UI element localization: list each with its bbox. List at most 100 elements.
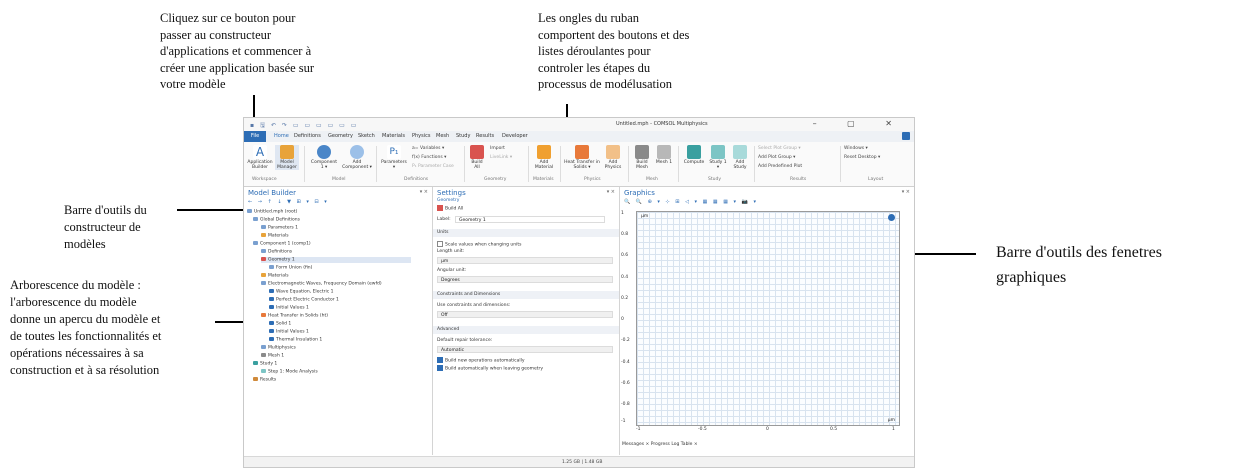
tab-study[interactable]: Study bbox=[456, 133, 470, 139]
group-label-mesh: Mesh bbox=[646, 177, 658, 182]
windows-button[interactable]: Windows ▾ bbox=[844, 146, 868, 151]
parameters-button[interactable]: P₁ Parameters ▾ bbox=[380, 145, 408, 170]
tree-node[interactable]: Initial Values 1 bbox=[269, 305, 309, 311]
compute-icon bbox=[687, 145, 701, 159]
tree-node[interactable]: Form Union (fin) bbox=[269, 265, 312, 271]
section-units[interactable]: Units bbox=[433, 229, 619, 237]
constraints-select[interactable]: Off bbox=[437, 311, 613, 318]
annotation-ribbon-tabs: Les ongles du ruban comportent des bouto… bbox=[538, 10, 689, 93]
add-predefined-plot-button[interactable]: Add Predefined Plot bbox=[758, 164, 802, 169]
tab-definitions[interactable]: Definitions bbox=[294, 133, 321, 139]
tree-node[interactable]: Definitions bbox=[261, 249, 292, 255]
tree-node[interactable]: Initial Values 1 bbox=[269, 329, 309, 335]
build-new-checkbox[interactable]: Build new operations automatically bbox=[437, 357, 525, 364]
panel-menu-icon[interactable]: ▾ × bbox=[420, 189, 428, 195]
model-builder-toolbar[interactable]: ← → ↑ ↓ ▼ ⊞ ▾ ⊟ ▾ bbox=[248, 199, 329, 205]
component-button[interactable]: Component 1 ▾ bbox=[310, 145, 338, 170]
ribbon-separator bbox=[678, 146, 679, 182]
section-advanced[interactable]: Advanced bbox=[433, 326, 619, 334]
repair-tolerance-select[interactable]: Automatic bbox=[437, 346, 613, 353]
tab-sketch[interactable]: Sketch bbox=[358, 133, 375, 139]
bottom-tabs[interactable]: Messages × Progress Log Table × bbox=[622, 442, 698, 447]
tab-file[interactable]: File bbox=[244, 131, 266, 142]
heat-transfer-label: Heat Transfer in Solids ▾ bbox=[564, 160, 600, 170]
panel-menu-icon[interactable]: ▾ × bbox=[607, 189, 615, 195]
ribbon-separator bbox=[754, 146, 755, 182]
tree-node[interactable]: Untitled.mph (root) bbox=[247, 209, 297, 215]
application-builder-button[interactable]: A Application Builder bbox=[247, 145, 273, 170]
parameter-case-button[interactable]: P₁ Parameter Case bbox=[412, 164, 454, 169]
tree-node[interactable]: Thermal Insulation 1 bbox=[269, 337, 322, 343]
tab-developer[interactable]: Developer bbox=[502, 133, 528, 139]
add-component-button[interactable]: Add Component ▾ bbox=[342, 145, 372, 170]
y-tick: -0.2 bbox=[621, 338, 630, 343]
scale-values-checkbox[interactable]: Scale values when changing units bbox=[437, 241, 521, 248]
build-all-button[interactable]: Build All bbox=[468, 145, 486, 170]
tab-physics[interactable]: Physics bbox=[412, 133, 431, 139]
study-button[interactable]: Study 1 ▾ bbox=[708, 145, 728, 170]
add-plot-group-button[interactable]: Add Plot Group ▾ bbox=[758, 155, 795, 160]
tab-materials[interactable]: Materials bbox=[382, 133, 405, 139]
label-field[interactable]: Geometry 1 bbox=[455, 216, 605, 223]
settings-subtitle: Geometry bbox=[437, 198, 460, 203]
tree-node-icon bbox=[269, 321, 274, 325]
tab-mesh[interactable]: Mesh bbox=[436, 133, 449, 139]
build-all-link[interactable]: Build All bbox=[437, 205, 463, 212]
mesh1-button[interactable]: Mesh 1 bbox=[654, 145, 674, 165]
window-controls[interactable]: – ▢ ✕ bbox=[813, 119, 906, 128]
build-mesh-button[interactable]: Build Mesh bbox=[632, 145, 652, 170]
tree-node[interactable]: Study 1 bbox=[253, 361, 277, 367]
angular-unit-select[interactable]: Degrees bbox=[437, 276, 613, 283]
length-unit-select[interactable]: µm bbox=[437, 257, 613, 264]
add-physics-button[interactable]: Add Physics bbox=[602, 145, 624, 170]
tree-node[interactable]: Component 1 (comp1) bbox=[253, 241, 311, 247]
annotation-line: Arborescence du modèle : bbox=[10, 278, 141, 292]
tree-node[interactable]: Solid 1 bbox=[269, 321, 291, 327]
group-label-layout: Layout bbox=[868, 177, 884, 182]
group-label-results: Results bbox=[790, 177, 807, 182]
tree-node[interactable]: Parameters 1 bbox=[261, 225, 298, 231]
tree-node[interactable]: Step 1: Mode Analysis bbox=[261, 369, 318, 375]
tree-node[interactable]: Global Definitions bbox=[253, 217, 300, 223]
y-tick: 0.6 bbox=[621, 253, 629, 258]
group-label-study: Study bbox=[708, 177, 721, 182]
tree-node[interactable]: Results bbox=[253, 377, 276, 383]
tree-node[interactable]: Perfect Electric Conductor 1 bbox=[269, 297, 339, 303]
compute-button[interactable]: Compute bbox=[682, 145, 706, 165]
reset-desktop-button[interactable]: Reset Desktop ▾ bbox=[844, 155, 880, 160]
tree-node[interactable]: Materials bbox=[261, 273, 289, 279]
panel-menu-icon[interactable]: ▾ × bbox=[902, 189, 910, 195]
tree-node[interactable]: Wave Equation, Electric 1 bbox=[269, 289, 334, 295]
tab-home[interactable]: Home bbox=[274, 133, 289, 139]
annotation-line: créer une application basée sur bbox=[160, 60, 315, 75]
quick-access-icons[interactable]: ▪ 🖫 ↶ ↷ ▭ ▭ ▭ ▭ ▭ ▭ bbox=[250, 121, 358, 131]
ribbon-separator bbox=[560, 146, 561, 182]
tree-node[interactable]: Materials bbox=[261, 233, 289, 239]
section-constraints[interactable]: Constraints and Dimensions bbox=[433, 291, 619, 299]
add-material-button[interactable]: Add Material bbox=[532, 145, 556, 170]
help-icon[interactable] bbox=[902, 132, 910, 140]
model-manager-button[interactable]: Model Manager bbox=[275, 145, 299, 170]
study-icon bbox=[711, 145, 725, 159]
graphics-title: Graphics bbox=[624, 189, 655, 197]
select-plot-group-dropdown[interactable]: Select Plot Group ▾ bbox=[758, 146, 801, 151]
graphics-toolbar[interactable]: 🔍 🔍 ⊕ ▾ ⊹ ⊞ ◁ ▾ ▦ ▦ ▦ ▾ 📷 ▾ bbox=[624, 199, 758, 205]
build-auto-checkbox[interactable]: Build automatically when leaving geometr… bbox=[437, 365, 543, 372]
livelink-button[interactable]: LiveLink ▾ bbox=[490, 155, 512, 160]
add-study-button[interactable]: Add Study bbox=[730, 145, 750, 170]
tree-node-selected[interactable]: Geometry 1 bbox=[261, 257, 411, 263]
annotation-line: controler les étapes du bbox=[538, 60, 651, 75]
tree-node[interactable]: Mesh 1 bbox=[261, 353, 284, 359]
variables-button[interactable]: a= Variables ▾ bbox=[412, 146, 444, 151]
tab-results[interactable]: Results bbox=[476, 133, 494, 139]
graphics-canvas[interactable]: µm µm bbox=[636, 211, 900, 426]
functions-button[interactable]: f(x) Functions ▾ bbox=[412, 155, 446, 160]
annotation-line: d'applications et commencer à bbox=[160, 44, 312, 58]
tree-node[interactable]: Multiphysics bbox=[261, 345, 296, 351]
tree-node[interactable]: Electromagnetic Waves, Frequency Domain … bbox=[261, 281, 382, 287]
tab-geometry[interactable]: Geometry bbox=[328, 133, 353, 139]
checkbox-icon bbox=[437, 365, 443, 371]
import-button[interactable]: Import bbox=[490, 146, 505, 151]
tree-node[interactable]: Heat Transfer in Solids (ht) bbox=[261, 313, 328, 319]
heat-transfer-button[interactable]: Heat Transfer in Solids ▾ bbox=[564, 145, 600, 170]
